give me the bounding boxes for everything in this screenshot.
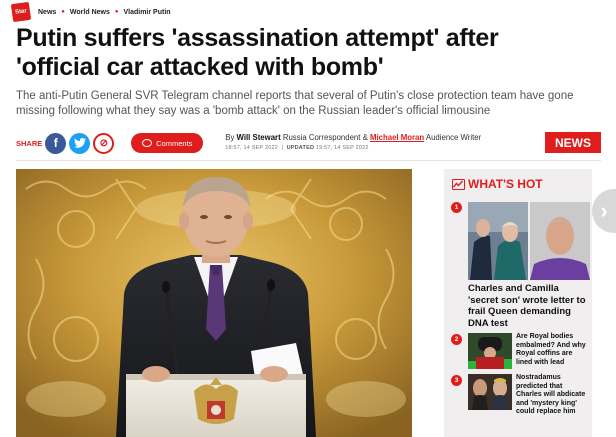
article-hero-image[interactable] [16, 169, 412, 437]
article-dates: 18:57, 14 SEP 2022 | UPDATED 19:57, 14 S… [225, 145, 369, 151]
facebook-icon: f [53, 136, 58, 150]
share-byline-row: SHARE f ⊘ Comments By Will Stewart Russi… [16, 130, 601, 156]
breadcrumb-item-news[interactable]: News [38, 9, 56, 16]
trending-icon [452, 178, 465, 190]
royal-couple-photo [468, 202, 528, 280]
nostradamus-charles-photo [468, 374, 512, 410]
link-icon: ⊘ [99, 137, 108, 149]
rank-badge: 3 [451, 375, 462, 386]
whats-hot-item-2-title: Are Royal bodies embalmed? And why Royal… [516, 333, 586, 366]
article-page: Star News ● World News ● Vladimir Putin … [0, 0, 616, 437]
facebook-share-button[interactable]: f [45, 132, 67, 154]
breadcrumb: News ● World News ● Vladimir Putin [38, 9, 171, 16]
whats-hot-header: WHAT'S HOT [452, 177, 543, 191]
whats-hot-item-2[interactable]: Are Royal bodies embalmed? And why Royal… [468, 333, 586, 369]
whats-hot-item-3[interactable]: Nostradamus predicted that Charles will … [468, 374, 586, 415]
man-portrait-photo [530, 202, 590, 280]
author-link-1[interactable]: Will Stewart [237, 133, 281, 142]
breadcrumb-separator-icon: ● [114, 9, 119, 15]
breadcrumb-item-vladimir-putin[interactable]: Vladimir Putin [123, 9, 170, 16]
whats-hot-item-1-image[interactable] [468, 202, 590, 280]
share-label: SHARE [16, 138, 43, 148]
royal-guard-photo [468, 333, 512, 369]
rank-badge: 2 [451, 334, 462, 345]
article-headline: Putin suffers 'assassination attempt' af… [16, 24, 499, 81]
byline: By Will Stewart Russia Correspondent & M… [225, 132, 481, 154]
whats-hot-item-1-title[interactable]: Charles and Camilla 'secret son' wrote l… [468, 283, 586, 329]
copy-link-button[interactable]: ⊘ [93, 132, 115, 154]
putin-podium-photo [16, 169, 412, 437]
twitter-icon [73, 138, 86, 148]
published-time: 18:57, 14 SEP 2022 [225, 145, 279, 151]
whats-hot-item-2-image [468, 333, 512, 369]
updated-label: UPDATED [286, 145, 315, 151]
author-link-2[interactable]: Michael Moran [370, 133, 424, 142]
byline-prefix: By [225, 133, 235, 142]
divider [16, 160, 601, 161]
top-bar: Star News ● World News ● Vladimir Putin [0, 0, 616, 24]
breadcrumb-item-world-news[interactable]: World News [70, 9, 110, 16]
site-logo[interactable]: Star [10, 1, 32, 23]
breadcrumb-separator-icon: ● [61, 9, 65, 15]
whats-hot-item-3-title: Nostradamus predicted that Charles will … [516, 374, 586, 415]
section-badge-news[interactable]: NEWS [545, 132, 601, 153]
whats-hot-item-3-image [468, 374, 512, 410]
comments-label: Comments [156, 138, 193, 148]
next-article-button[interactable]: › [592, 189, 616, 233]
whats-hot-title: WHAT'S HOT [468, 177, 543, 191]
article-standfirst: The anti-Putin General SVR Telegram chan… [16, 90, 574, 117]
twitter-share-button[interactable] [69, 132, 91, 154]
author-role-1: Russia Correspondent & [282, 133, 368, 142]
author-role-2: Audience Writer [425, 133, 482, 142]
comment-icon [142, 139, 153, 147]
comments-button[interactable]: Comments [131, 133, 204, 153]
updated-time: 19:57, 14 SEP 2022 [315, 145, 369, 151]
rank-badge: 1 [451, 202, 462, 213]
chevron-right-icon: › [600, 198, 608, 223]
whats-hot-sidebar: WHAT'S HOT 1 Charles and Camilla 'secret… [444, 169, 592, 437]
